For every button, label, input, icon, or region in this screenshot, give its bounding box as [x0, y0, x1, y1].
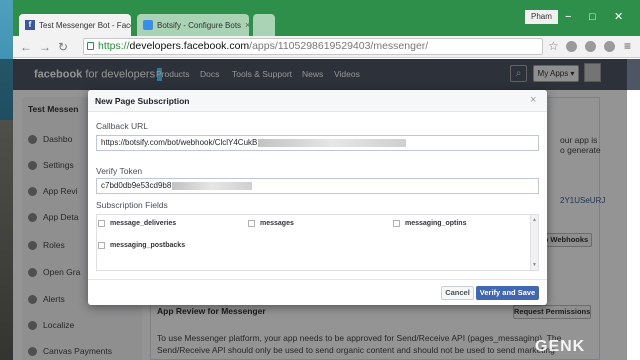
maximize-icon[interactable]: □	[589, 10, 596, 24]
messaging-optins-checkbox[interactable]	[393, 220, 400, 227]
dialog-footer-divider	[88, 279, 547, 280]
url-path: /apps/1105298619529403/messenger/	[249, 40, 429, 52]
callback-url-field[interactable]: https://botsify.com/bot/webhook/ClclY4Cu…	[96, 135, 539, 151]
messages-checkbox[interactable]	[248, 220, 255, 227]
browser-toolbar: ← → ↻ https://developers.facebook.com/ap…	[13, 36, 640, 58]
new-tab-button[interactable]	[253, 14, 275, 36]
genk-watermark: GENK	[535, 338, 586, 355]
window-close-icon[interactable]: ✕	[614, 10, 623, 24]
callback-url-label: Callback URL	[96, 121, 148, 131]
bookmark-star-icon[interactable]: ☆	[548, 39, 559, 53]
messaging-postbacks-checkbox[interactable]	[98, 242, 105, 249]
forward-icon[interactable]: →	[39, 39, 51, 55]
tab-botsify[interactable]: Botsify - Configure Bots ×	[137, 14, 249, 36]
message-deliveries-checkbox[interactable]	[98, 220, 105, 227]
checkbox-label: messages	[260, 220, 294, 227]
cancel-button[interactable]: Cancel	[441, 286, 474, 300]
fields-scrollbar[interactable]: ▲ ▼	[530, 215, 538, 270]
redacted-blur	[258, 138, 407, 147]
minimize-icon[interactable]: −	[565, 10, 571, 24]
address-bar[interactable]: https://developers.facebook.com/apps/110…	[83, 38, 543, 55]
reload-icon[interactable]: ↻	[58, 39, 68, 55]
dialog-title: New Page Subscription	[95, 96, 190, 106]
browser-menu-icon[interactable]: ≡	[624, 39, 631, 53]
profile-button[interactable]: Pham	[525, 10, 558, 24]
subscription-fields-label: Subscription Fields	[96, 200, 168, 210]
redacted-blur	[172, 181, 253, 190]
checkbox-label: messaging_optins	[405, 220, 467, 227]
verify-and-save-button[interactable]: Verify and Save	[476, 286, 539, 300]
new-page-subscription-dialog: New Page Subscription × Callback URL htt…	[88, 90, 547, 305]
scroll-down-icon[interactable]: ▼	[532, 262, 537, 268]
botsify-favicon-icon	[143, 20, 153, 30]
verify-token-field[interactable]: c7bd0db9e53cd9b8	[96, 178, 539, 194]
facebook-favicon-icon: f	[25, 20, 35, 30]
tab-close-icon[interactable]: ×	[241, 20, 249, 30]
checkbox-label: message_deliveries	[110, 220, 177, 227]
dialog-header: New Page Subscription ×	[88, 90, 547, 112]
extension-icon[interactable]	[604, 41, 615, 52]
tab-title: Test Messenger Bot - Face	[39, 20, 131, 30]
subscription-fields-list: message_deliveries messages messaging_op…	[96, 214, 539, 271]
close-icon[interactable]: ×	[530, 94, 536, 106]
url-host: developers.facebook.com	[129, 40, 250, 52]
extension-icon[interactable]	[585, 41, 596, 52]
tab-test-messenger-bot[interactable]: f Test Messenger Bot - Face ×	[19, 14, 131, 36]
url-scheme: https://	[98, 40, 130, 52]
extension-icon[interactable]	[566, 41, 577, 52]
verify-token-label: Verify Token	[96, 166, 143, 176]
back-icon[interactable]: ←	[20, 39, 32, 55]
lock-icon	[87, 42, 94, 50]
checkbox-label: messaging_postbacks	[110, 242, 186, 249]
tab-title: Botsify - Configure Bots	[157, 20, 242, 30]
scroll-up-icon[interactable]: ▲	[532, 217, 537, 223]
